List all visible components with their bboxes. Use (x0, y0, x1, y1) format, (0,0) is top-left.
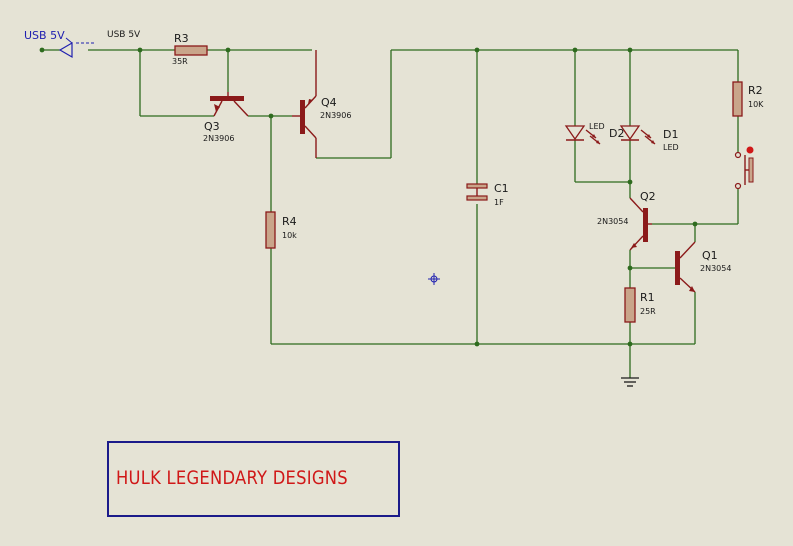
resistor-r3[interactable]: R3 35R (172, 32, 208, 66)
q3-ref: Q3 (204, 120, 220, 133)
r1-ref: R1 (640, 291, 655, 304)
transistor-q4[interactable]: Q4 2N3906 (292, 50, 351, 158)
resistor-r1[interactable]: R1 25R (624, 287, 656, 323)
q2-value: 2N3054 (597, 217, 628, 226)
resistor-r2[interactable]: R2 10K (732, 81, 764, 117)
r2-ref: R2 (748, 84, 763, 97)
title-block-text: HULK LEGENDARY DESIGNS (116, 467, 348, 489)
usb-terminal[interactable]: USB 5V (24, 29, 96, 59)
q4-ref: Q4 (321, 96, 337, 109)
r2-value: 10K (748, 100, 764, 109)
r1-value: 25R (640, 307, 656, 316)
transistor-q3[interactable]: Q3 2N3906 (203, 92, 249, 143)
q2-ref: Q2 (640, 190, 656, 203)
resistor-r4[interactable]: R4 10k (265, 211, 297, 249)
d1-ref: D1 (663, 128, 678, 141)
c1-value: 1F (494, 198, 504, 207)
r4-value: 10k (282, 231, 297, 240)
terminal-label: USB 5V (24, 29, 65, 42)
c1-ref: C1 (494, 182, 509, 195)
led-d2-value: LED (589, 122, 605, 131)
transistor-q2[interactable]: Q2 2N3054 (597, 190, 656, 251)
transistor-q1[interactable]: Q1 2N3054 (675, 241, 731, 293)
junction-dots (39, 47, 698, 347)
d2-ref: D2 (609, 127, 624, 140)
q3-value: 2N3906 (203, 134, 234, 143)
d1-value: LED (663, 143, 679, 152)
net-label: USB 5V (107, 30, 141, 40)
r3-ref: R3 (174, 32, 189, 45)
r3-value: 35R (172, 57, 188, 66)
q1-ref: Q1 (702, 249, 718, 262)
push-button-switch[interactable] (734, 146, 754, 190)
led-d2[interactable]: LED (564, 122, 605, 145)
origin-marker-icon (428, 273, 440, 285)
q4-value: 2N3906 (320, 111, 351, 120)
q1-value: 2N3054 (700, 264, 731, 273)
capacitor-c1[interactable]: C1 1F (466, 182, 509, 207)
r4-ref: R4 (282, 215, 297, 228)
ground-symbol (621, 377, 639, 387)
wire-network (42, 49, 739, 378)
